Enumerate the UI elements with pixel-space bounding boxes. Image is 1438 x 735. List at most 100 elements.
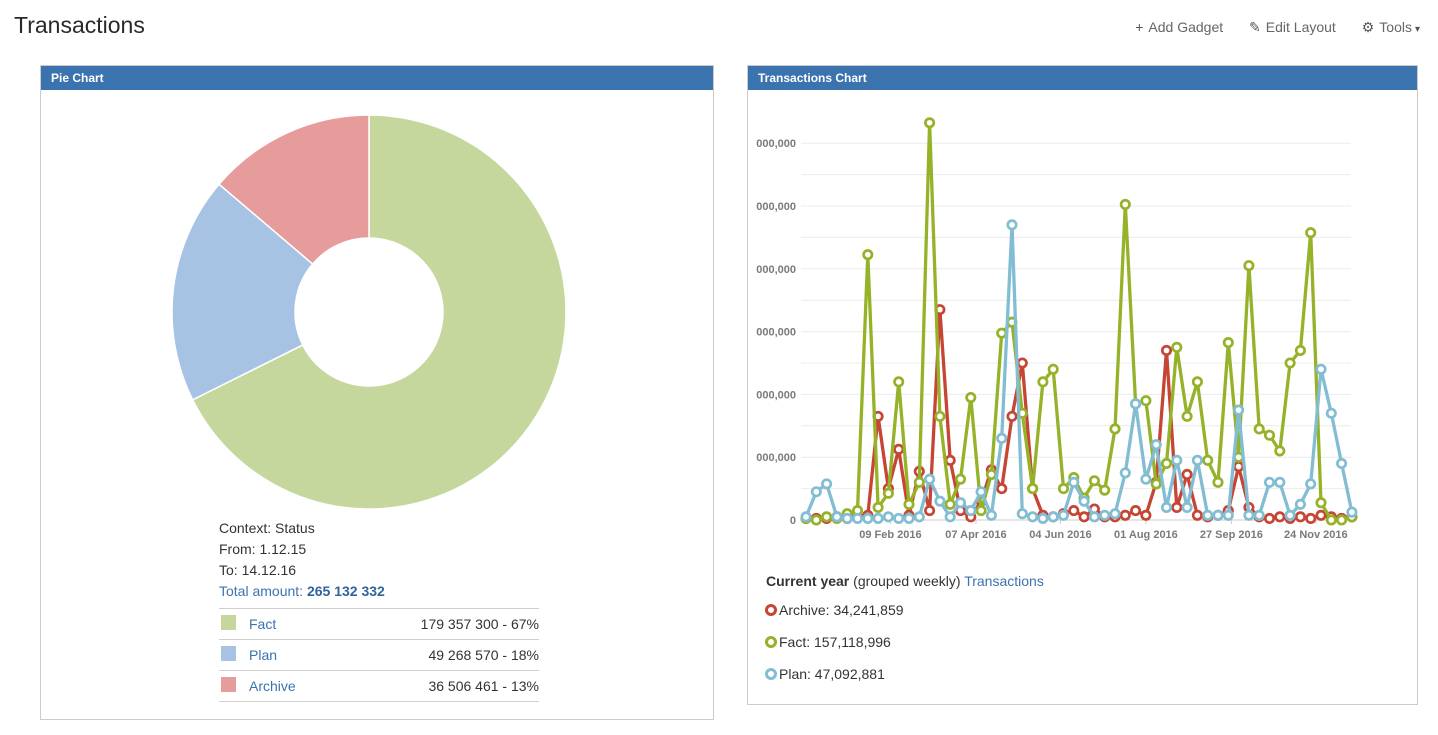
data-point-plan[interactable]: [998, 434, 1006, 442]
data-point-fact[interactable]: [946, 500, 954, 508]
edit-layout-button[interactable]: ✎Edit Layout: [1249, 19, 1336, 35]
data-point-fact[interactable]: [1327, 516, 1335, 524]
data-point-fact[interactable]: [1111, 425, 1119, 433]
data-point-plan[interactable]: [1296, 500, 1304, 508]
data-point-fact[interactable]: [884, 489, 892, 497]
data-point-archive[interactable]: [1131, 506, 1139, 514]
data-point-plan[interactable]: [1317, 365, 1325, 373]
data-point-fact[interactable]: [977, 506, 985, 514]
data-point-archive[interactable]: [1296, 513, 1304, 521]
data-point-archive[interactable]: [1121, 511, 1129, 519]
data-point-fact[interactable]: [1204, 456, 1212, 464]
data-point-plan[interactable]: [1070, 478, 1078, 486]
data-point-fact[interactable]: [1039, 378, 1047, 386]
data-point-plan[interactable]: [977, 488, 985, 496]
pie-legend-label-link[interactable]: Archive: [249, 678, 296, 694]
data-point-plan[interactable]: [956, 499, 964, 507]
data-point-fact[interactable]: [1142, 396, 1150, 404]
data-point-plan[interactable]: [1265, 478, 1273, 486]
data-point-fact[interactable]: [936, 412, 944, 420]
data-point-archive[interactable]: [1070, 506, 1078, 514]
data-point-plan[interactable]: [1152, 440, 1160, 448]
data-point-plan[interactable]: [1059, 511, 1067, 519]
data-point-plan[interactable]: [895, 514, 903, 522]
data-point-fact[interactable]: [915, 478, 923, 486]
data-point-fact[interactable]: [1162, 459, 1170, 467]
transactions-gadget-header[interactable]: Transactions Chart: [748, 66, 1417, 90]
data-point-fact[interactable]: [1173, 343, 1181, 351]
chart-legend-item[interactable]: Archive: 34,241,859: [765, 594, 904, 626]
data-point-fact[interactable]: [1121, 200, 1129, 208]
data-point-fact[interactable]: [812, 516, 820, 524]
data-point-archive[interactable]: [1307, 514, 1315, 522]
data-point-fact[interactable]: [998, 329, 1006, 337]
data-point-plan[interactable]: [1204, 511, 1212, 519]
data-point-plan[interactable]: [843, 514, 851, 522]
data-point-archive[interactable]: [1234, 462, 1242, 470]
pie-legend-label-link[interactable]: Plan: [249, 647, 277, 663]
data-point-plan[interactable]: [1008, 221, 1016, 229]
data-point-fact[interactable]: [1214, 478, 1222, 486]
data-point-plan[interactable]: [1131, 400, 1139, 408]
data-point-plan[interactable]: [864, 514, 872, 522]
data-point-fact[interactable]: [1296, 346, 1304, 354]
data-point-plan[interactable]: [1162, 503, 1170, 511]
data-point-plan[interactable]: [1276, 478, 1284, 486]
data-point-archive[interactable]: [1193, 511, 1201, 519]
data-point-archive[interactable]: [1080, 513, 1088, 521]
data-point-archive[interactable]: [1183, 470, 1191, 478]
data-point-plan[interactable]: [1039, 514, 1047, 522]
data-point-plan[interactable]: [1245, 511, 1253, 519]
data-point-fact[interactable]: [1049, 365, 1057, 373]
data-point-plan[interactable]: [1193, 456, 1201, 464]
data-point-plan[interactable]: [884, 513, 892, 521]
data-point-plan[interactable]: [833, 513, 841, 521]
data-point-archive[interactable]: [1173, 503, 1181, 511]
data-point-fact[interactable]: [1090, 477, 1098, 485]
data-point-fact[interactable]: [1152, 480, 1160, 488]
data-point-fact[interactable]: [1317, 499, 1325, 507]
data-point-plan[interactable]: [1018, 510, 1026, 518]
data-point-plan[interactable]: [1348, 508, 1356, 516]
data-point-plan[interactable]: [967, 506, 975, 514]
data-point-plan[interactable]: [812, 488, 820, 496]
data-point-plan[interactable]: [905, 514, 913, 522]
data-point-fact[interactable]: [1255, 425, 1263, 433]
data-point-fact[interactable]: [1286, 359, 1294, 367]
data-point-archive[interactable]: [1317, 511, 1325, 519]
data-point-plan[interactable]: [925, 475, 933, 483]
data-point-plan[interactable]: [1255, 511, 1263, 519]
pie-donut-chart[interactable]: [170, 113, 568, 511]
data-point-plan[interactable]: [853, 514, 861, 522]
data-point-archive[interactable]: [1008, 412, 1016, 420]
data-point-plan[interactable]: [946, 513, 954, 521]
data-point-fact[interactable]: [1193, 378, 1201, 386]
data-point-fact[interactable]: [895, 378, 903, 386]
data-point-archive[interactable]: [925, 506, 933, 514]
data-point-plan[interactable]: [1214, 511, 1222, 519]
data-point-archive[interactable]: [946, 456, 954, 464]
data-point-plan[interactable]: [1090, 513, 1098, 521]
data-point-archive[interactable]: [1162, 346, 1170, 354]
data-point-plan[interactable]: [987, 511, 995, 519]
data-point-fact[interactable]: [1245, 261, 1253, 269]
data-point-plan[interactable]: [1286, 511, 1294, 519]
data-point-fact[interactable]: [1183, 412, 1191, 420]
data-point-fact[interactable]: [956, 475, 964, 483]
data-point-plan[interactable]: [1080, 497, 1088, 505]
data-point-plan[interactable]: [1173, 456, 1181, 464]
data-point-fact[interactable]: [1276, 447, 1284, 455]
data-point-plan[interactable]: [1101, 511, 1109, 519]
data-point-archive[interactable]: [1276, 513, 1284, 521]
data-point-fact[interactable]: [1307, 228, 1315, 236]
pie-legend-label-link[interactable]: Fact: [249, 616, 276, 632]
data-point-fact[interactable]: [1224, 338, 1232, 346]
chart-legend-item[interactable]: Plan: 47,092,881: [765, 658, 904, 690]
data-point-plan[interactable]: [1224, 511, 1232, 519]
add-gadget-button[interactable]: +Add Gadget: [1135, 19, 1223, 35]
data-point-fact[interactable]: [874, 503, 882, 511]
data-point-plan[interactable]: [802, 513, 810, 521]
data-point-fact[interactable]: [925, 119, 933, 127]
data-point-archive[interactable]: [1018, 359, 1026, 367]
data-point-plan[interactable]: [1028, 513, 1036, 521]
